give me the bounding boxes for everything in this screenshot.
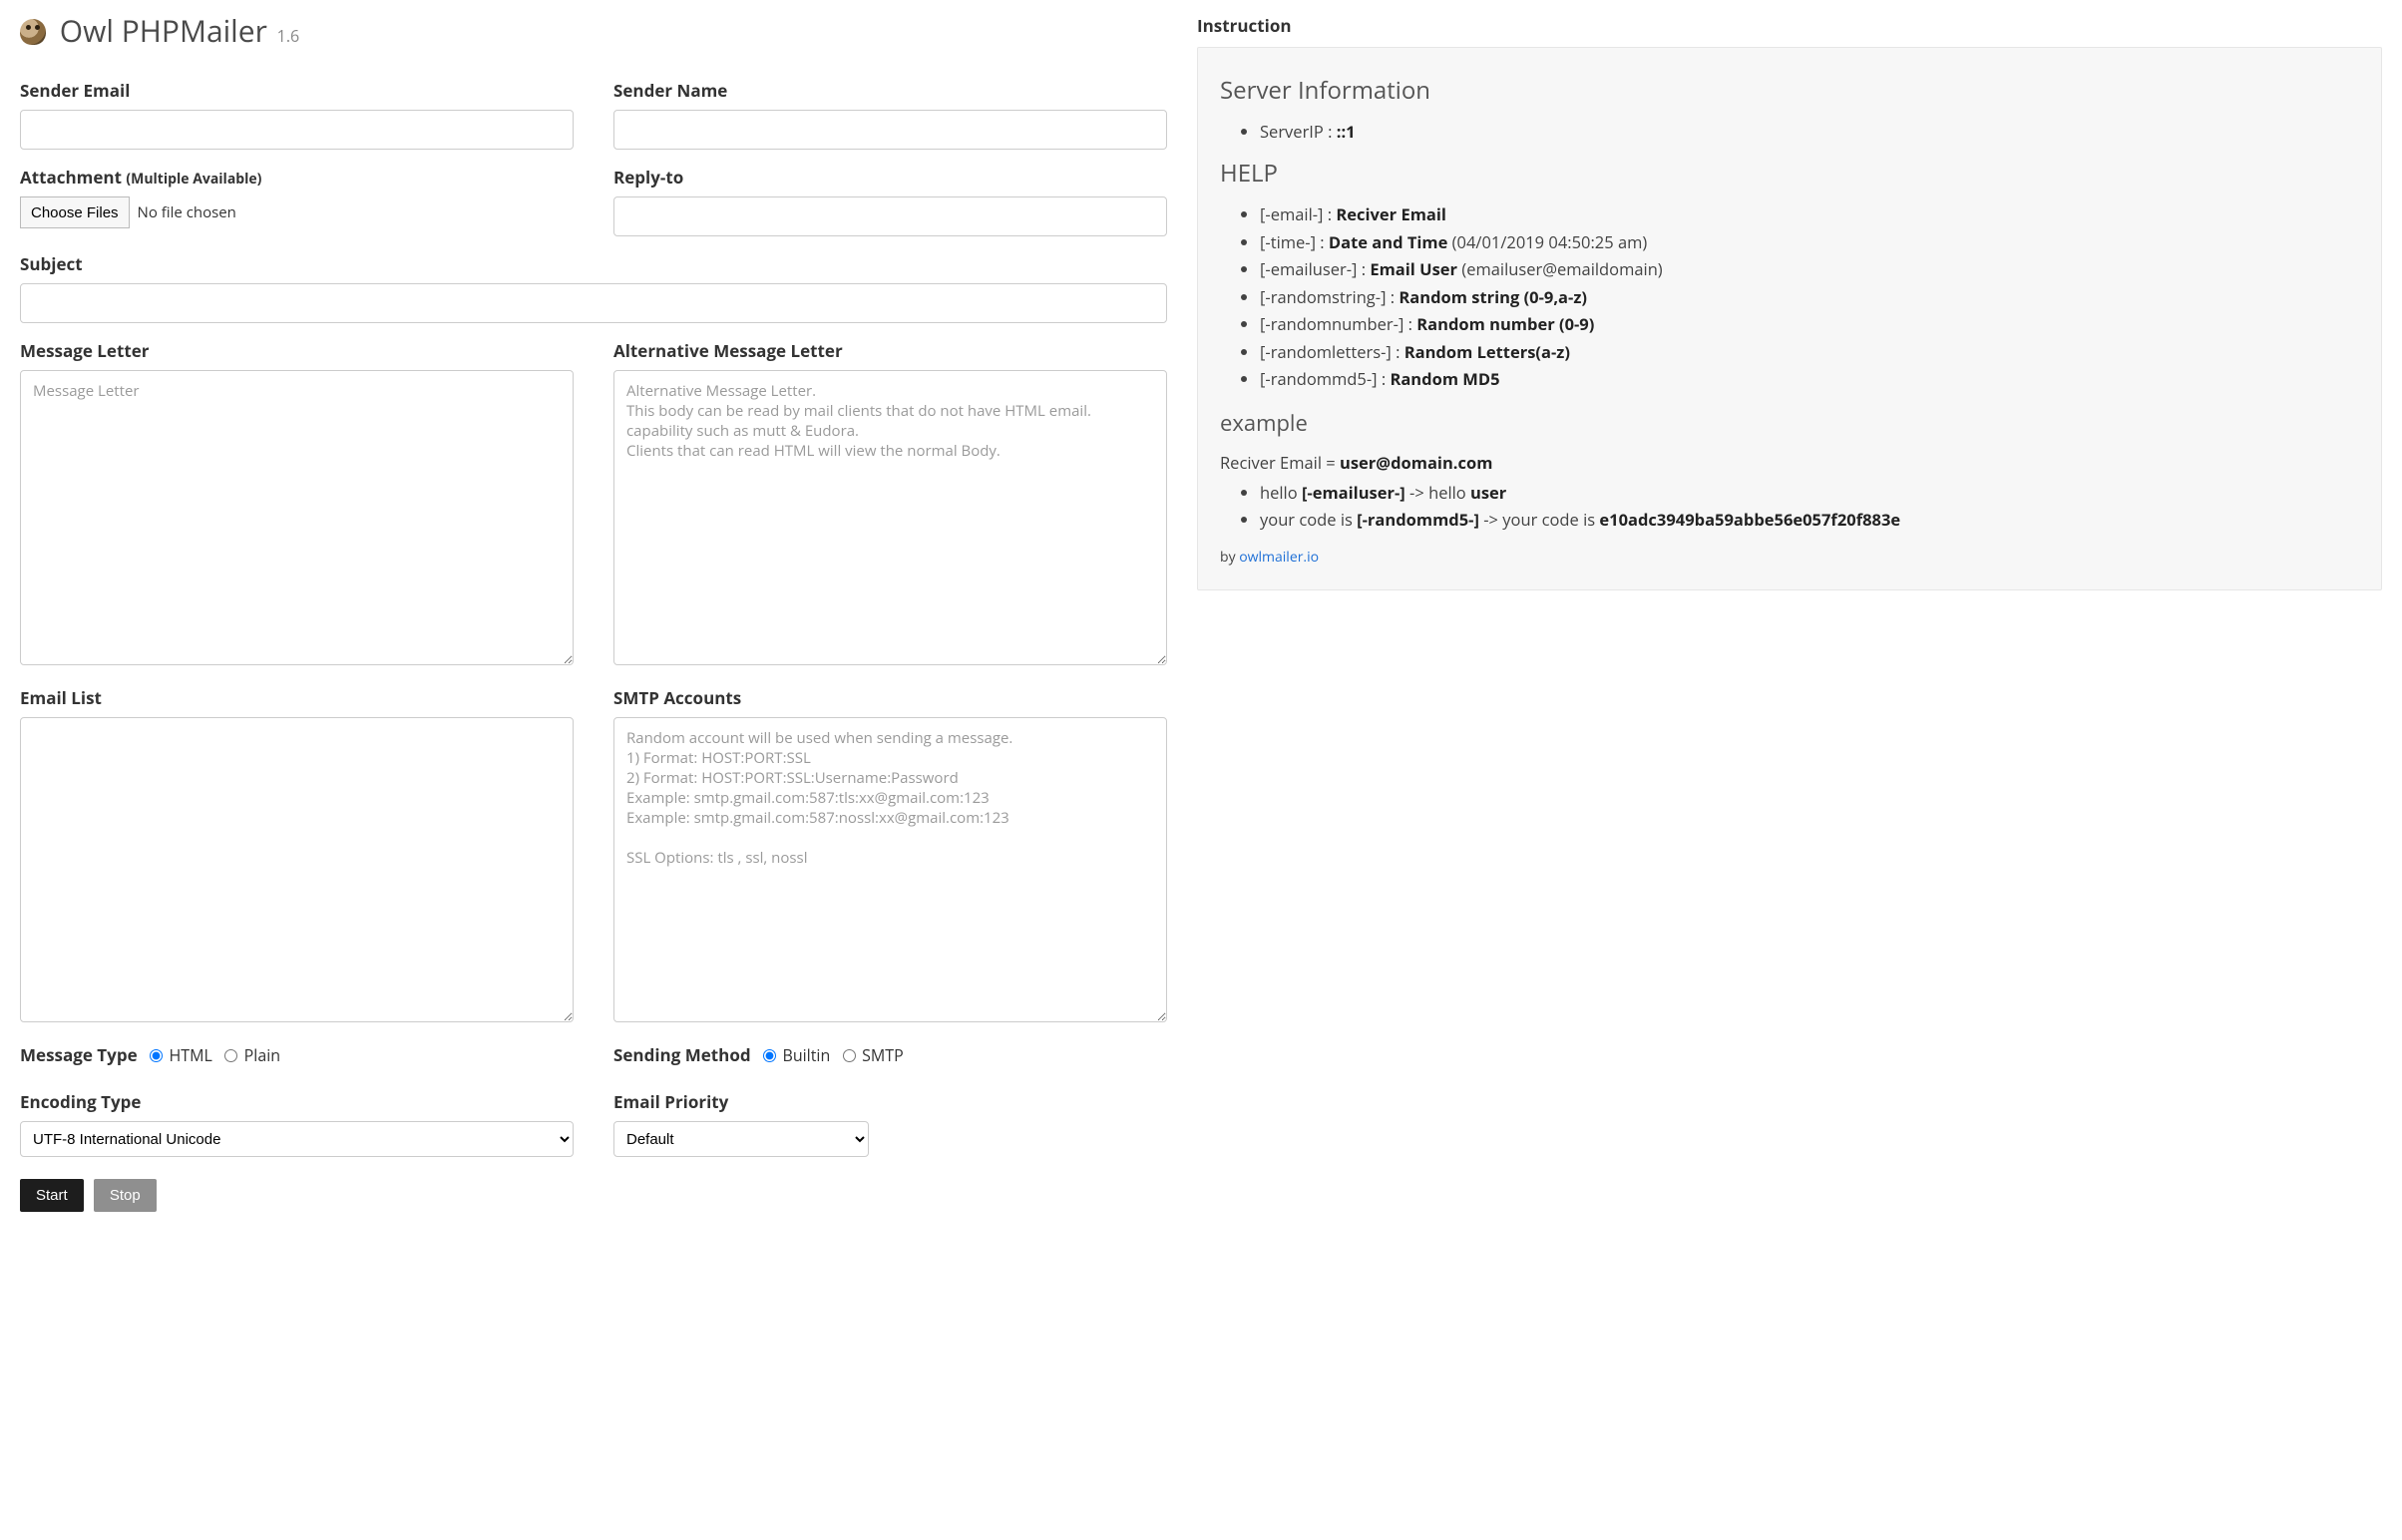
message-label: Message Letter xyxy=(20,339,574,362)
start-button[interactable]: Start xyxy=(20,1179,84,1212)
encoding-select[interactable]: UTF-8 International Unicode xyxy=(20,1121,574,1157)
server-ip-value: ::1 xyxy=(1337,120,1356,143)
attachment-label-text: Attachment xyxy=(20,166,122,189)
reply-to-label: Reply-to xyxy=(613,166,1167,189)
server-info-heading: Server Information xyxy=(1220,72,2359,109)
altmessage-textarea[interactable] xyxy=(613,370,1167,665)
by-line: by owlmailer.io xyxy=(1220,547,2359,569)
message-type-label: Message Type xyxy=(20,1043,138,1066)
example-line: Reciver Email = user@domain.com xyxy=(1220,450,2359,476)
help-item: [-randomnumber-] : Random number (0-9) xyxy=(1260,311,2359,337)
example-item: your code is [-randommd5-] -> your code … xyxy=(1260,507,2359,533)
sending-method-smtp-radio[interactable] xyxy=(843,1049,856,1062)
message-type-html-radio[interactable] xyxy=(150,1049,163,1062)
sending-method-label: Sending Method xyxy=(613,1043,751,1066)
owl-icon xyxy=(20,19,46,45)
sending-method-builtin-radio[interactable] xyxy=(763,1049,776,1062)
server-ip-label: ServerIP : xyxy=(1260,120,1337,143)
message-type-group: Message Type HTML Plain xyxy=(20,1043,574,1066)
sender-name-input[interactable] xyxy=(613,110,1167,150)
sender-email-label: Sender Email xyxy=(20,79,574,102)
help-item: [-emailuser-] : Email User (emailuser@em… xyxy=(1260,256,2359,282)
help-item: [-randomstring-] : Random string (0-9,a-… xyxy=(1260,284,2359,310)
file-chosen-status: No file chosen xyxy=(138,202,236,222)
sending-method-group: Sending Method Builtin SMTP xyxy=(613,1043,1167,1066)
instruction-panel: Server Information ServerIP : ::1 HELP [… xyxy=(1197,47,2382,590)
example-line-bold: user@domain.com xyxy=(1340,451,1492,474)
subject-label: Subject xyxy=(20,252,1167,275)
app-name: Owl PHPMailer xyxy=(60,10,267,51)
example-heading: example xyxy=(1220,406,2359,440)
help-item: [-randomletters-] : Random Letters(a-z) xyxy=(1260,339,2359,365)
help-heading: HELP xyxy=(1220,155,2359,192)
message-type-plain-radio[interactable] xyxy=(224,1049,237,1062)
smtp-textarea[interactable] xyxy=(613,717,1167,1022)
help-item: [-randommd5-] : Random MD5 xyxy=(1260,366,2359,392)
sending-method-smtp-label: SMTP xyxy=(862,1044,904,1066)
sender-email-input[interactable] xyxy=(20,110,574,150)
help-list: [-email-] : Reciver Email[-time-] : Date… xyxy=(1220,201,2359,392)
email-list-textarea[interactable] xyxy=(20,717,574,1022)
example-item: hello [-emailuser-] -> hello user xyxy=(1260,480,2359,506)
server-ip-line: ServerIP : ::1 xyxy=(1260,119,2359,145)
choose-files-button[interactable]: Choose Files xyxy=(20,196,130,228)
by-pre: by xyxy=(1220,548,1239,567)
message-type-html-label: HTML xyxy=(169,1044,211,1066)
message-type-plain-label: Plain xyxy=(244,1044,280,1066)
email-list-label: Email List xyxy=(20,686,574,709)
smtp-label: SMTP Accounts xyxy=(613,686,1167,709)
example-line-pre: Reciver Email = xyxy=(1220,451,1340,474)
attachment-sublabel: (Multiple Available) xyxy=(126,170,261,189)
example-list: hello [-emailuser-] -> hello useryour co… xyxy=(1220,480,2359,533)
instruction-title: Instruction xyxy=(1197,14,2382,37)
stop-button[interactable]: Stop xyxy=(94,1179,157,1212)
sender-name-label: Sender Name xyxy=(613,79,1167,102)
altmessage-label: Alternative Message Letter xyxy=(613,339,1167,362)
app-version: 1.6 xyxy=(277,25,300,47)
attachment-label: Attachment (Multiple Available) xyxy=(20,166,574,189)
priority-select[interactable]: Default xyxy=(613,1121,869,1157)
subject-input[interactable] xyxy=(20,283,1167,323)
owlmailer-link[interactable]: owlmailer.io xyxy=(1239,548,1319,567)
help-item: [-email-] : Reciver Email xyxy=(1260,201,2359,227)
encoding-label: Encoding Type xyxy=(20,1090,574,1113)
reply-to-input[interactable] xyxy=(613,196,1167,236)
sending-method-builtin-label: Builtin xyxy=(782,1044,830,1066)
message-textarea[interactable] xyxy=(20,370,574,665)
app-title: Owl PHPMailer 1.6 xyxy=(20,10,1167,51)
help-item: [-time-] : Date and Time (04/01/2019 04:… xyxy=(1260,229,2359,255)
priority-label: Email Priority xyxy=(613,1090,1167,1113)
